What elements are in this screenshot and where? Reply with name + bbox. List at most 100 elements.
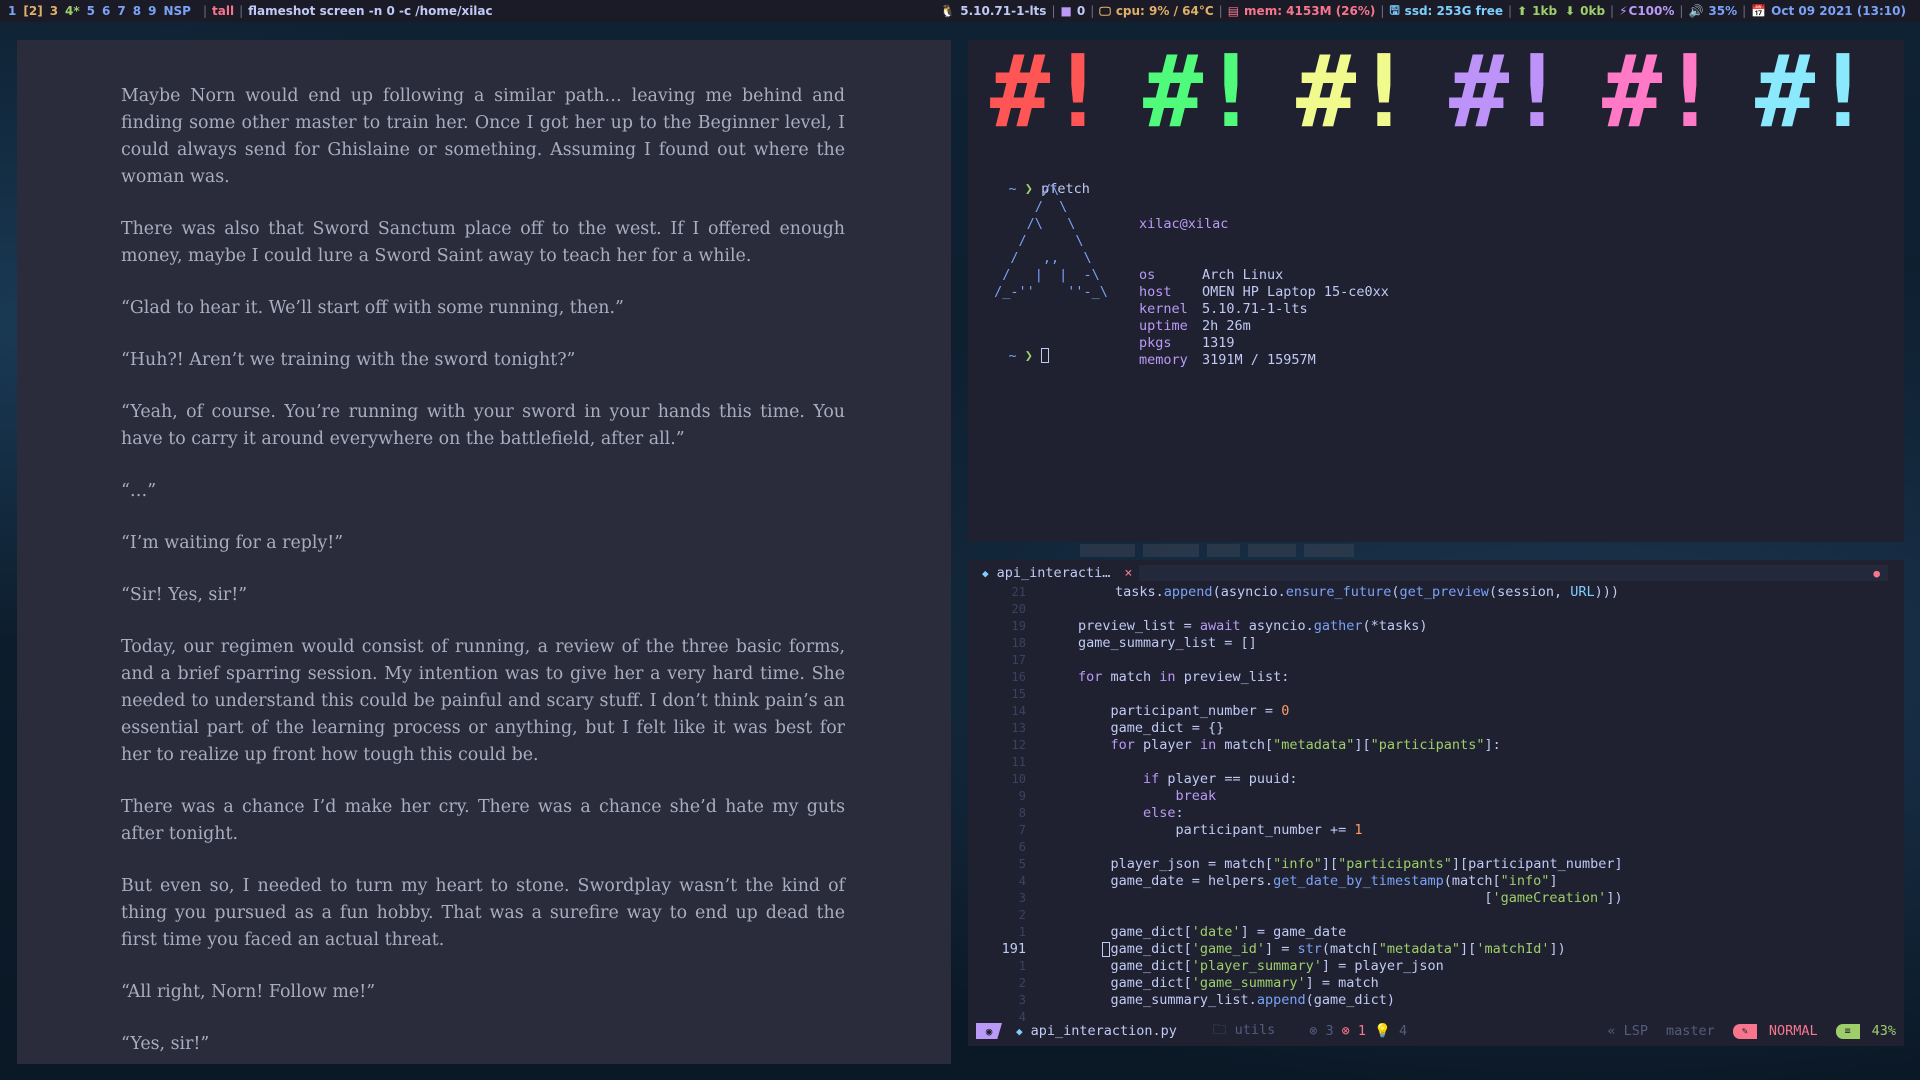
cpu-module: 🖵 cpu: 9% / 64°C [1099,4,1213,19]
pfetch-row: os Arch Linux [1139,267,1389,284]
code-text: tasks.append(asyncio.ensure_future(get_p… [1115,584,1619,600]
code-text: ['gameCreation']) [1078,890,1623,906]
line-number: 19 [1011,619,1026,633]
upload-icon: ⬆ [1517,4,1528,18]
code-line: 191 game_dict['game_id'] = str(match["me… [968,941,1904,958]
memory-usage: mem: 4153M (26%) [1244,4,1376,18]
disk-icon: 🖫 [1389,2,1400,17]
line-number: 4 [1018,874,1026,888]
workspace-3[interactable]: 4* [65,4,80,18]
line-number: 21 [1011,585,1026,599]
tab-api-interaction[interactable]: ◆ api_interacti… × [976,565,1139,581]
battery-module: ⚡ C100% [1619,4,1674,18]
workspace-4[interactable]: 5 [87,4,95,18]
ebook-reader-window[interactable]: Maybe Norn would end up following a simi… [17,40,951,1064]
workspace-5[interactable]: 6 [102,4,110,18]
paragraph: There was a chance I’d make her cry. The… [121,797,845,844]
tux-icon: 🐧 [940,4,956,18]
paragraph: “Sir! Yes, sir!” [121,585,248,605]
code-line: 11 [968,754,1904,771]
code-text: game_date = helpers.get_date_by_timestam… [1078,873,1558,889]
code-text: if player == puuid: [1143,771,1298,787]
scroll-percent: ≡ 43% [1835,1023,1896,1039]
vim-logo-icon: ◉ [976,1023,1002,1039]
monitor-icon: 🖵 [1099,3,1111,18]
paragraph: “All right, Norn! Follow me!” [121,982,376,1002]
active-prompt[interactable]: ~ ❯ [976,331,1050,382]
color-swatch-glyph: #! [1449,46,1567,136]
pfetch-key: uptime [1139,318,1188,334]
package-icon: ■ [1060,4,1072,18]
paragraph: “Yeah, of course. You’re running with yo… [121,402,845,449]
paragraph: “I’m waiting for a reply!” [121,533,344,553]
paragraph: “Huh?! Aren’t we training with the sword… [121,350,576,370]
calendar-icon: 📅 [1751,4,1767,18]
updates-module[interactable]: ■ 0 [1060,4,1085,18]
line-number: 5 [1018,857,1026,871]
workspace-8[interactable]: 9 [148,4,156,18]
paragraph: “Yes, sir!” [121,1034,210,1054]
volume-module[interactable]: 🔊 35% [1688,4,1737,18]
line-number: 6 [1018,840,1026,854]
disk-module: 🖫 ssd: 253G free [1389,1,1503,22]
pfetch-value: Arch Linux [1202,267,1284,283]
lines-icon: ≡ [1835,1023,1860,1039]
line-number: 3 [1018,993,1026,1007]
code-text: game_dict['game_id'] = str(match["metada… [1078,941,1566,957]
pfetch-row: kernel 5.10.71-1-lts [1139,301,1389,318]
code-line: 6 [968,839,1904,856]
code-line: 14 participant_number = 0 [968,703,1904,720]
cpu-usage: cpu: 9% / 64°C [1115,4,1214,18]
code-line: 3 ['gameCreation']) [968,890,1904,907]
kernel-module: 🐧 5.10.71-1-lts [940,4,1046,18]
code-line: 18 game_summary_list = [] [968,635,1904,652]
diagnostics: ⊗ 3 ⊗ 1 💡 4 [1309,1023,1407,1039]
code-line: 12 for player in match["metadata"]["part… [968,737,1904,754]
mode-indicator: ✎ NORMAL [1732,1023,1818,1039]
warning-count: ⊗ 3 [1309,1023,1334,1039]
code-text: participant_number = 0 [1078,703,1290,719]
terminal-cursor [1041,348,1050,363]
memory-module: ▤ mem: 4153M (26%) [1228,4,1376,18]
workspace-7[interactable]: 8 [133,4,141,18]
line-number: 11 [1011,755,1026,769]
pfetch-value: 1319 [1202,335,1235,351]
line-number: 191 [1001,941,1026,957]
workspace-0[interactable]: 1 [8,4,16,18]
download-icon: ⬇ [1565,4,1576,18]
code-buffer[interactable]: 21 tasks.append(asyncio.ensure_future(get… [968,584,1904,1026]
workspace-9[interactable]: NSP [163,4,190,18]
workspace-2[interactable]: 3 [50,4,58,18]
pfetch-key: os [1139,267,1156,283]
close-icon[interactable]: × [1124,565,1132,581]
volume-level: 35% [1708,4,1738,18]
battery-icon: ⚡ [1619,4,1628,18]
line-number: 14 [1011,704,1026,718]
code-text: else: [1143,805,1184,821]
pfetch-value: 3191M / 15957M [1202,352,1316,368]
date-time: Oct 09 2021 (13:10) [1771,4,1906,18]
code-line: 2 game_dict['game_summary'] = match [968,975,1904,992]
code-line: 3 game_summary_list.append(game_dict) [968,992,1904,1009]
pfetch-key: pkgs [1139,335,1172,351]
line-number: 17 [1011,653,1026,667]
layout-indicator[interactable]: tall [212,4,234,18]
pfetch-value: 5.10.71-1-lts [1202,301,1308,317]
line-number: 8 [1018,806,1026,820]
code-text: game_dict['date'] = game_date [1078,924,1347,940]
neovim-window[interactable]: ◆ api_interacti… × ● 21 tasks.append(asyn… [968,560,1904,1046]
terminal-window[interactable]: #! #! #! #! #! #! ~ ❯ pfetch /\ / \ /\ \ / \ … [968,40,1904,542]
net-up: 1kb [1532,4,1558,18]
clock-module[interactable]: 📅 Oct 09 2021 (13:10) [1751,4,1906,18]
code-line: 4 game_date = helpers.get_date_by_timest… [968,873,1904,890]
workspace-1[interactable]: [2] [23,4,42,18]
code-line: 19 preview_list = await asyncio.gather(*t… [968,618,1904,635]
line-number: 12 [1011,738,1026,752]
lsp-status: « LSP [1607,1023,1649,1039]
code-text: game_summary_list = [] [1078,635,1257,651]
workspace-6[interactable]: 7 [117,4,125,18]
color-test-banner: #! #! #! #! #! #! [990,46,1873,136]
color-swatch-glyph: #! [1602,46,1720,136]
code-text: for player in match["metadata"]["partici… [1110,737,1501,753]
status-bar: 1 [2] 3 4* 5 6 7 8 9 NSP | tall | flameshot scree… [0,0,1920,22]
